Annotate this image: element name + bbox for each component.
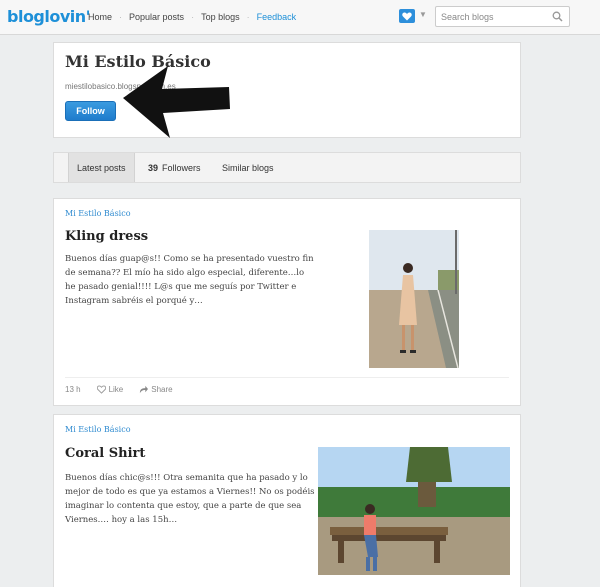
like-button[interactable]: Like	[96, 385, 124, 394]
search-icon[interactable]	[552, 11, 563, 22]
tab-latest-posts[interactable]: Latest posts	[68, 153, 135, 182]
post-time: 13 h	[65, 385, 81, 394]
heart-icon	[96, 385, 106, 394]
share-label: Share	[151, 385, 173, 394]
bloglovin-logo[interactable]: bloglovin'	[7, 7, 91, 26]
tab-followers[interactable]: 39 Followers	[148, 153, 201, 182]
post-blog-name[interactable]: Mi Estilo Básico	[65, 209, 131, 218]
post-title[interactable]: Kling dress	[65, 229, 148, 244]
followers-count: 39	[148, 162, 159, 173]
nav-top-blogs[interactable]: Top blogs	[201, 12, 240, 22]
post-photo-coral-shirt	[318, 447, 510, 575]
share-icon	[140, 385, 149, 394]
post-image[interactable]	[318, 447, 510, 575]
search-box	[435, 6, 570, 27]
arrow-annotation-icon	[123, 66, 230, 138]
post-meta: 13 h Like Share	[65, 385, 189, 394]
main-nav: Home · Popular posts · Top blogs · Feedback	[88, 12, 296, 22]
heart-icon	[402, 12, 412, 20]
chevron-down-icon[interactable]: ▼	[419, 10, 427, 19]
top-navigation-bar: bloglovin' Home · Popular posts · Top blogs ·…	[0, 0, 600, 35]
post-image[interactable]	[318, 230, 510, 368]
share-button[interactable]: Share	[139, 385, 173, 394]
post-excerpt: Buenos días guap@s!! Como se ha presenta…	[65, 254, 314, 306]
post-blog-name[interactable]: Mi Estilo Básico	[65, 425, 131, 434]
like-label: Like	[108, 385, 124, 394]
tab-similar-blogs[interactable]: Similar blogs	[222, 153, 274, 182]
post-title[interactable]: Coral Shirt	[65, 446, 145, 461]
nav-popular-posts[interactable]: Popular posts	[129, 12, 184, 22]
blog-tabs: Latest posts 39 Followers Similar blogs	[53, 152, 521, 183]
tab-similar-blogs-label: Similar blogs	[222, 162, 274, 173]
tab-latest-posts-label: Latest posts	[77, 162, 126, 173]
follow-button[interactable]: Follow	[65, 101, 116, 121]
nav-separator: ·	[119, 12, 123, 22]
nav-feedback[interactable]: Feedback	[257, 12, 297, 22]
divider	[65, 377, 509, 378]
post-photo-dress	[318, 230, 510, 368]
post-excerpt: Buenos días chic@s!!! Otra semanita que …	[65, 473, 315, 525]
search-input[interactable]	[436, 7, 546, 27]
nav-separator: ·	[246, 12, 250, 22]
nav-separator: ·	[191, 12, 195, 22]
loves-button[interactable]	[399, 9, 415, 23]
post-card: Mi Estilo Básico Coral Shirt Buenos días…	[53, 414, 521, 587]
nav-home[interactable]: Home	[88, 12, 112, 22]
post-card: Mi Estilo Básico Kling dress Buenos días…	[53, 198, 521, 406]
tab-followers-label: Followers	[162, 162, 201, 173]
